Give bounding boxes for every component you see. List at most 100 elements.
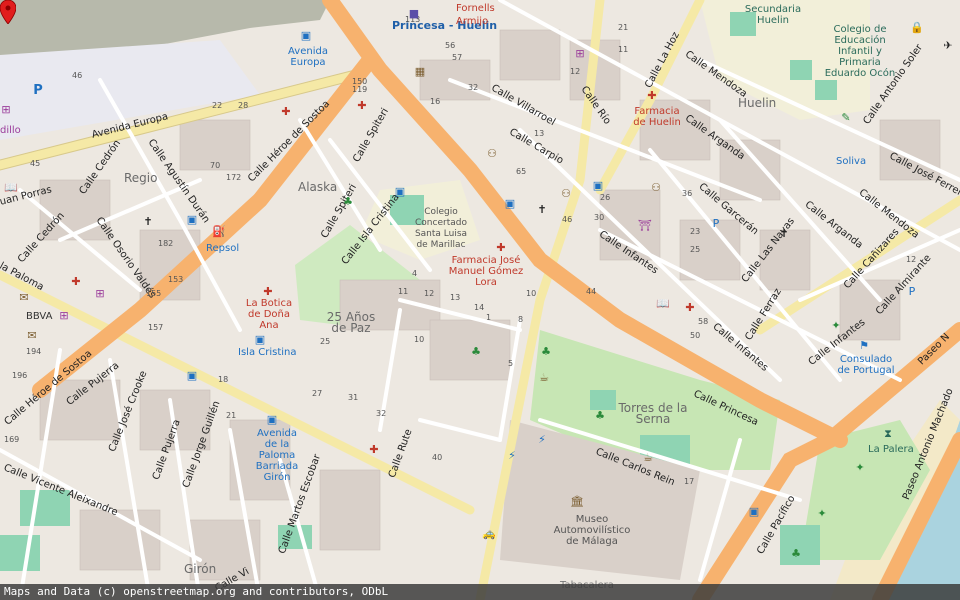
place-dillo[interactable]: dillo [0,125,21,136]
location-pin-icon[interactable] [0,0,16,24]
house-number: 119 [352,85,368,94]
bus-stop-icon[interactable]: ▣ [394,186,406,198]
social-facility-icon[interactable]: ⚇ [650,182,662,194]
consulate-flag-icon[interactable]: ⚑ [858,340,870,352]
playground-icon[interactable]: ♣ [594,410,606,422]
place-armijo[interactable]: Armijo [456,16,488,27]
playground-icon[interactable]: ♣ [790,548,802,560]
place-soliva[interactable]: Soliva [836,156,866,167]
house-number: 44 [586,287,597,296]
pharmacy-icon[interactable]: ✚ [70,276,82,288]
pitch [815,80,837,100]
shop-icon[interactable]: ⊞ [0,104,12,116]
pharmacy-icon[interactable]: ✚ [495,242,507,254]
bus-stop-icon[interactable]: ▣ [186,370,198,382]
school-pin-icon[interactable]: ✎ [840,112,852,124]
social-facility-icon[interactable]: ⚇ [486,148,498,160]
theatre-icon[interactable]: ▦ [414,66,426,78]
post-office-icon[interactable]: ✉ [18,292,30,304]
house-number: 18 [218,375,229,384]
house-number: 194 [26,347,42,356]
area-alaska: Alaska [298,180,338,194]
museum-icon[interactable]: 🏛 [570,496,584,508]
bus-stop-icon[interactable]: ▣ [186,214,198,226]
bus-stop-icon[interactable]: ▣ [748,506,760,518]
fitness-icon[interactable]: ✦ [854,462,866,474]
house-number: 65 [516,167,527,176]
place-repsol[interactable]: Repsol [206,243,239,254]
parking-icon[interactable]: P [710,218,722,230]
place-bbva[interactable]: BBVA [26,311,52,322]
map-view[interactable]: Princesa - Huelin Fornells Armijo Avenid… [0,0,960,600]
place-colegio-luisa[interactable]: Colegio Concertado Santa Luisa de Marill… [410,207,472,251]
parking-icon[interactable]: P [906,286,918,298]
social-facility-icon[interactable]: ⚇ [560,188,572,200]
library-icon[interactable]: 📖 [656,298,670,310]
area-25-anos-paz: 25 Años de Paz [326,310,376,335]
house-number: 21 [618,23,629,32]
place-farmacia-huelin[interactable]: Farmacia de Huelin [630,106,684,128]
library-icon[interactable]: 📖 [4,182,18,194]
house-number: 157 [148,323,164,332]
place-colegio-infantil[interactable]: Colegio de Educación Infantil y Primaria… [820,24,900,79]
house-number: 5 [508,359,514,368]
bus-stop-icon[interactable]: ▣ [592,180,604,192]
cafe-icon[interactable]: ☕ [538,372,550,384]
lock-icon[interactable]: 🔒 [910,22,924,34]
house-number: 10 [414,335,425,344]
parking-icon[interactable]: P [32,84,44,97]
place-fornells[interactable]: Fornells [456,3,495,14]
playground-icon[interactable]: ♣ [540,346,552,358]
place-consulado[interactable]: Consulado de Portugal [836,354,896,376]
bar-icon[interactable]: ☕ [642,452,654,464]
church-icon[interactable]: ✝ [536,204,548,216]
bus-stop-avenida-paloma[interactable]: Avenida de la Paloma Barriada Girón [250,428,304,483]
hourglass-icon[interactable]: ⧗ [882,428,894,440]
post-office-icon[interactable]: ✉ [26,330,38,342]
shop-icon[interactable]: ⊞ [94,288,106,300]
fuel-station-icon[interactable]: ⛽ [212,226,226,238]
shop-icon[interactable]: ⊞ [574,48,586,60]
taxi-icon[interactable]: 🚕 [482,528,496,540]
airport-icon[interactable]: ✈ [942,40,954,52]
pharmacy-icon[interactable]: ✚ [684,302,696,314]
pharmacy-icon[interactable]: ✚ [280,106,292,118]
area-giron: Girón [184,562,217,576]
place-museo[interactable]: Museo Automovilístico de Málaga [552,514,632,547]
playground-icon[interactable]: ♣ [342,196,354,208]
house-number: 11 [398,287,409,296]
charging-station-icon[interactable]: ⚡ [506,450,518,462]
pharmacy-icon[interactable]: ✚ [356,100,368,112]
bus-stop-icon[interactable]: ▣ [266,414,278,426]
place-farmacia-gomez[interactable]: Farmacia José Manuel Gómez Lora [444,255,528,288]
charging-station-icon[interactable]: ⚡ [536,434,548,446]
house-number: 172 [226,173,242,182]
metro-station-icon[interactable]: ■ [408,8,420,20]
bus-stop-isla-cristina[interactable]: Isla Cristina [238,347,297,358]
bus-stop-icon[interactable]: ▣ [504,198,516,210]
bus-stop-avenida-europa[interactable]: Avenida Europa [283,46,333,68]
place-botica[interactable]: La Botica de Doña Ana [242,298,296,331]
fitness-icon[interactable]: ✦ [830,320,842,332]
church-icon[interactable]: ✝ [142,216,154,228]
pharmacy-icon[interactable]: ✚ [262,286,274,298]
house-number: 32 [376,409,387,418]
pharmacy-icon[interactable]: ✚ [368,444,380,456]
house-number: 1 [486,313,492,322]
bus-stop-icon[interactable]: ▣ [254,334,266,346]
house-number: 32 [468,83,479,92]
house-number: 46 [562,215,573,224]
church-icon[interactable]: ✝ [778,228,790,240]
bus-stop-icon[interactable]: ▣ [300,30,312,42]
place-secundaria-huelin[interactable]: Secundaria Huelin [742,4,804,26]
fitness-icon[interactable]: ✦ [816,508,828,520]
house-number: 58 [698,317,709,326]
place-la-palera[interactable]: La Palera [868,444,914,455]
house-number: 23 [690,227,701,236]
shop-icon[interactable]: ⊞ [58,310,70,322]
house-number: 25 [690,245,701,254]
pharmacy-icon[interactable]: ✚ [646,90,658,102]
gate-icon[interactable]: ⛩ [638,220,652,232]
playground-icon[interactable]: ♣ [470,346,482,358]
house-number: 45 [30,159,41,168]
